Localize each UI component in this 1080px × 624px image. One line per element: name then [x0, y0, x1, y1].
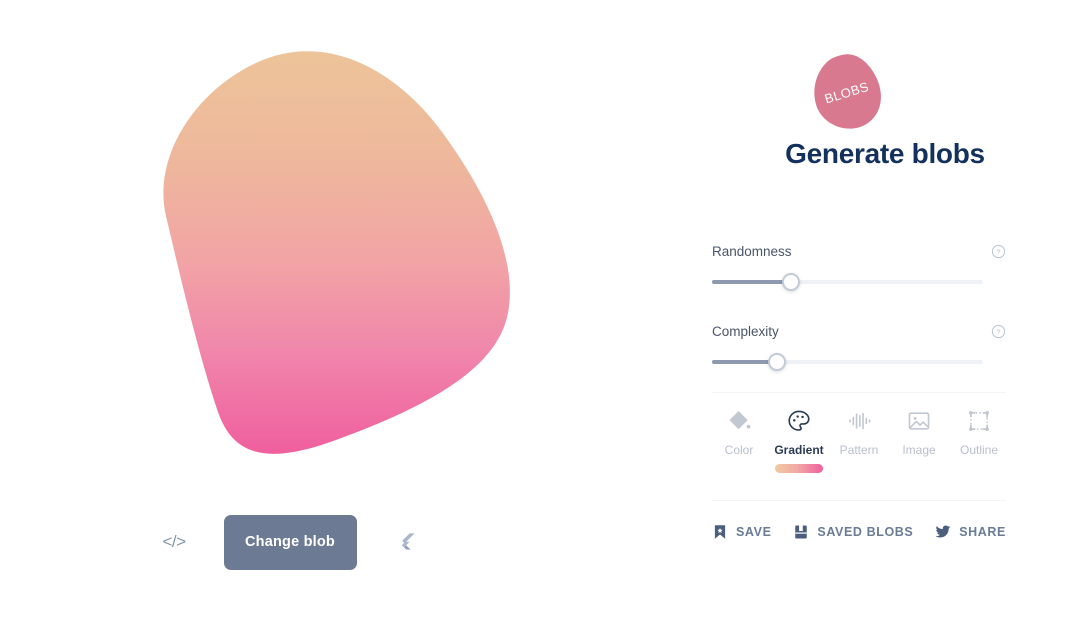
slider-randomness-label: Randomness [712, 244, 792, 259]
slider-thumb[interactable] [781, 273, 800, 291]
outline-box-icon [966, 408, 992, 434]
code-button-label: </> [162, 532, 186, 551]
slider-randomness-track[interactable] [712, 273, 983, 291]
slider-randomness-header: Randomness ? [712, 244, 1006, 259]
gradient-swatch[interactable] [775, 464, 823, 473]
slider-complexity: Complexity ? [712, 324, 1006, 371]
divider-bottom [712, 500, 1006, 501]
book-icon [793, 524, 809, 540]
share-button[interactable]: SHARE [935, 524, 1006, 540]
save-label: SAVE [736, 525, 772, 539]
divider-top [712, 392, 1006, 393]
blob-stage: </> Change blob [0, 0, 690, 624]
slider-controls: Randomness ? Complexity ? [712, 244, 1006, 404]
side-panel: BLOBS Generate blobs Randomness ? Comple… [690, 0, 1080, 624]
help-circle-icon[interactable]: ? [991, 244, 1006, 259]
generated-blob[interactable] [150, 40, 520, 470]
stage-controls: </> Change blob [155, 512, 425, 572]
tab-color-label: Color [724, 443, 754, 457]
slider-complexity-track[interactable] [712, 353, 983, 371]
blobs-logo: BLOBS [812, 53, 884, 133]
image-icon [906, 408, 932, 434]
svg-text:?: ? [996, 248, 1000, 257]
saved-blobs-label: SAVED BLOBS [817, 525, 914, 539]
tab-pattern[interactable]: Pattern [832, 408, 886, 473]
tab-image-label: Image [902, 443, 936, 457]
saved-blobs-button[interactable]: SAVED BLOBS [793, 524, 913, 540]
tab-outline-label: Outline [959, 443, 999, 457]
tab-gradient[interactable]: Gradient [772, 408, 826, 473]
help-circle-icon[interactable]: ? [991, 324, 1006, 339]
tab-outline[interactable]: Outline [952, 408, 1006, 473]
page-title: Generate blobs [785, 138, 985, 169]
slider-fill [712, 280, 791, 284]
slider-thumb[interactable] [768, 353, 787, 371]
twitter-icon [935, 524, 951, 540]
change-blob-label: Change blob [244, 534, 335, 550]
code-icon[interactable]: </> [155, 523, 193, 561]
slider-complexity-header: Complexity ? [712, 324, 1006, 339]
bookmark-star-icon [712, 524, 728, 540]
fill-type-tabs: Color Gradient Pattern Image Outline [712, 408, 1006, 473]
save-button[interactable]: SAVE [712, 524, 772, 540]
slider-complexity-label: Complexity [712, 324, 779, 339]
tab-pattern-label: Pattern [839, 443, 879, 457]
tab-gradient-label: Gradient [774, 443, 824, 457]
change-blob-button[interactable]: Change blob [223, 514, 357, 570]
tab-image[interactable]: Image [892, 408, 946, 473]
flutter-icon[interactable] [387, 523, 425, 561]
app-root: </> Change blob BLOBS Generate blobs Ran… [0, 0, 1080, 624]
slider-randomness: Randomness ? [712, 244, 1006, 291]
share-label: SHARE [959, 525, 1006, 539]
tab-color[interactable]: Color [712, 408, 766, 473]
waveform-icon [846, 408, 872, 434]
palette-icon [786, 408, 812, 434]
paint-bucket-icon [726, 408, 752, 434]
svg-text:?: ? [996, 328, 1000, 337]
action-bar: SAVE SAVED BLOBS SHARE [712, 524, 1006, 540]
